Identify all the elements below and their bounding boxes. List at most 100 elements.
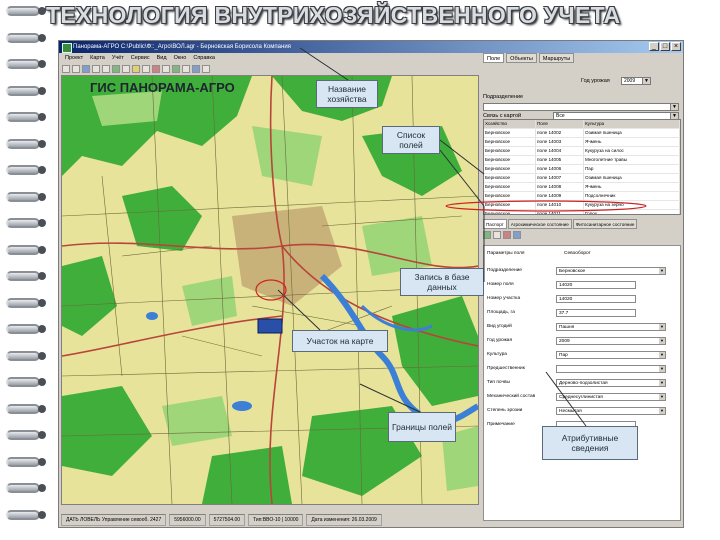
list-cell-crop: Озимая пшеница — [584, 129, 680, 137]
form-field[interactable] — [556, 365, 666, 373]
legend-icon[interactable] — [192, 64, 200, 73]
close-button[interactable]: × — [671, 42, 681, 51]
measure-icon[interactable] — [142, 64, 150, 73]
form-field[interactable]: Среднесуглинистая — [556, 393, 666, 401]
open-icon[interactable] — [62, 64, 70, 73]
list-item[interactable]: Берновское поле 14006 Пар — [484, 165, 680, 174]
form-label: Механический состав — [487, 394, 536, 399]
params-tab[interactable]: Параметры поля — [487, 249, 524, 258]
callout-fields-list: Список полей — [382, 126, 440, 154]
tab-field[interactable]: Поле — [483, 53, 505, 63]
binding-ring — [6, 297, 40, 308]
save-icon[interactable] — [72, 64, 80, 73]
list-item[interactable]: Берновское поле 14005 Многолетние травы — [484, 156, 680, 165]
info-icon[interactable] — [162, 64, 170, 73]
chevron-down-icon: ▼ — [670, 104, 678, 110]
form-field[interactable]: Пар — [556, 351, 666, 359]
binding-ring — [6, 271, 40, 281]
binding-hole — [38, 86, 46, 95]
chevron-down-icon: ▼ — [642, 78, 650, 84]
binding-ring — [6, 377, 40, 387]
menu-window[interactable]: Окно — [174, 53, 187, 63]
list-item[interactable]: Берновское поле 14010 Кукуруза на зерно — [484, 201, 680, 210]
menu-view[interactable]: Вид — [157, 53, 167, 63]
refresh-icon[interactable] — [172, 64, 180, 73]
form-field[interactable]: Берновское — [556, 267, 666, 275]
menu-project[interactable]: Проект — [65, 53, 83, 63]
form-label: Подразделение — [487, 268, 522, 273]
tab-objects[interactable]: Объекты — [506, 53, 537, 63]
add-record-icon[interactable] — [483, 231, 491, 239]
form-label: Номер участка — [487, 296, 521, 301]
delete-record-icon[interactable] — [503, 231, 511, 239]
binding-ring — [6, 218, 40, 228]
window-title: Панорама-АГРО C:\Public\Ф::_Агро\ВОЛ.agr… — [73, 44, 291, 50]
save-record-icon[interactable] — [513, 231, 521, 239]
tab-phyto[interactable]: Фитосанитарное состояние — [572, 219, 638, 229]
list-cell-field: поле 14006 — [536, 165, 584, 173]
list-item[interactable]: Берновское поле 14003 Ячмень — [484, 138, 680, 147]
binding-hole — [38, 272, 46, 280]
binding-ring — [6, 6, 40, 16]
tab-routes[interactable]: Маршруты — [538, 53, 575, 63]
list-cell-farm: Берновское — [484, 183, 536, 191]
list-cell-field: поле 14004 — [536, 147, 584, 155]
binding-hole — [38, 139, 46, 148]
list-item[interactable]: Берновское поле 14009 Подсолнечник — [484, 192, 680, 201]
menu-map[interactable]: Карта — [90, 53, 105, 63]
list-cell-field: поле 14010 — [536, 201, 584, 209]
list-cell-farm: Берновское — [484, 147, 536, 155]
status-mode: ДАТЬ ЛОВЕЛЬ Управление севооб. 2427 — [61, 514, 167, 526]
pan-icon[interactable] — [112, 64, 120, 73]
subdivision-select[interactable]: ▼ — [483, 103, 679, 111]
year-select[interactable]: 2009 ▼ — [621, 77, 651, 85]
list-item[interactable]: Берновское поле 14002 Озимая пшеница — [484, 129, 680, 138]
print-icon[interactable] — [82, 64, 90, 73]
binding-hole — [38, 378, 46, 386]
tab-agrochem[interactable]: Агрохимическое состояние — [507, 219, 572, 229]
form-field[interactable]: 14020 — [556, 281, 636, 289]
binding-ring — [6, 165, 40, 175]
binding-ring — [6, 430, 40, 440]
binding-hole — [38, 166, 46, 174]
list-item[interactable]: Берновское поле 14008 Ячмень — [484, 183, 680, 192]
form-field[interactable]: Несмытая — [556, 407, 666, 415]
edit-record-icon[interactable] — [493, 231, 501, 239]
list-item[interactable]: Берновское поле 14007 Озимая пшеница — [484, 174, 680, 183]
map-label: ГИС ПАНОРАМА-АГРО — [90, 80, 235, 95]
list-item[interactable]: Берновское поле 14004 Кукуруза на силос — [484, 147, 680, 156]
binding-ring — [6, 244, 40, 255]
menu-help[interactable]: Справка — [193, 53, 215, 63]
search-icon[interactable] — [202, 64, 210, 73]
subdivision-label: Подразделение — [483, 94, 524, 100]
maximize-button[interactable]: □ — [660, 42, 670, 51]
fields-list[interactable]: Хозяйство Поле Культура Берновское поле 1… — [483, 119, 681, 215]
form-field[interactable]: 14020 — [556, 295, 636, 303]
list-cell-field: поле 14002 — [536, 129, 584, 137]
rotation-tab[interactable]: Севооборот — [564, 249, 591, 258]
layers-icon[interactable] — [132, 64, 140, 73]
tab-passport[interactable]: Паспорт — [483, 219, 507, 229]
delete-icon[interactable] — [152, 64, 160, 73]
form-field[interactable]: 37.7 — [556, 309, 636, 317]
map-toolbar — [59, 63, 479, 74]
binding-ring — [6, 403, 40, 414]
menu-service[interactable]: Сервис — [131, 53, 150, 63]
binding-ring — [6, 112, 40, 122]
binding-hole — [38, 219, 46, 227]
form-field[interactable]: 2009 — [556, 337, 666, 345]
callout-attributes: Атрибутивные сведения — [542, 426, 638, 460]
form-field[interactable]: Пашня — [556, 323, 666, 331]
zoom-out-icon[interactable] — [102, 64, 110, 73]
settings-icon[interactable] — [182, 64, 190, 73]
list-cell-crop: Подсолнечник — [584, 192, 680, 200]
form-field[interactable]: Дерново-подзолистая — [556, 379, 666, 387]
minimize-button[interactable]: _ — [649, 42, 659, 51]
menu-accounting[interactable]: Учёт — [112, 53, 124, 63]
binding-hole — [38, 404, 46, 413]
list-item[interactable]: Берновское поле 14011 Горох — [484, 210, 680, 214]
select-icon[interactable] — [122, 64, 130, 73]
binding-hole — [38, 325, 46, 333]
zoom-in-icon[interactable] — [92, 64, 100, 73]
list-cell-farm: Берновское — [484, 138, 536, 146]
